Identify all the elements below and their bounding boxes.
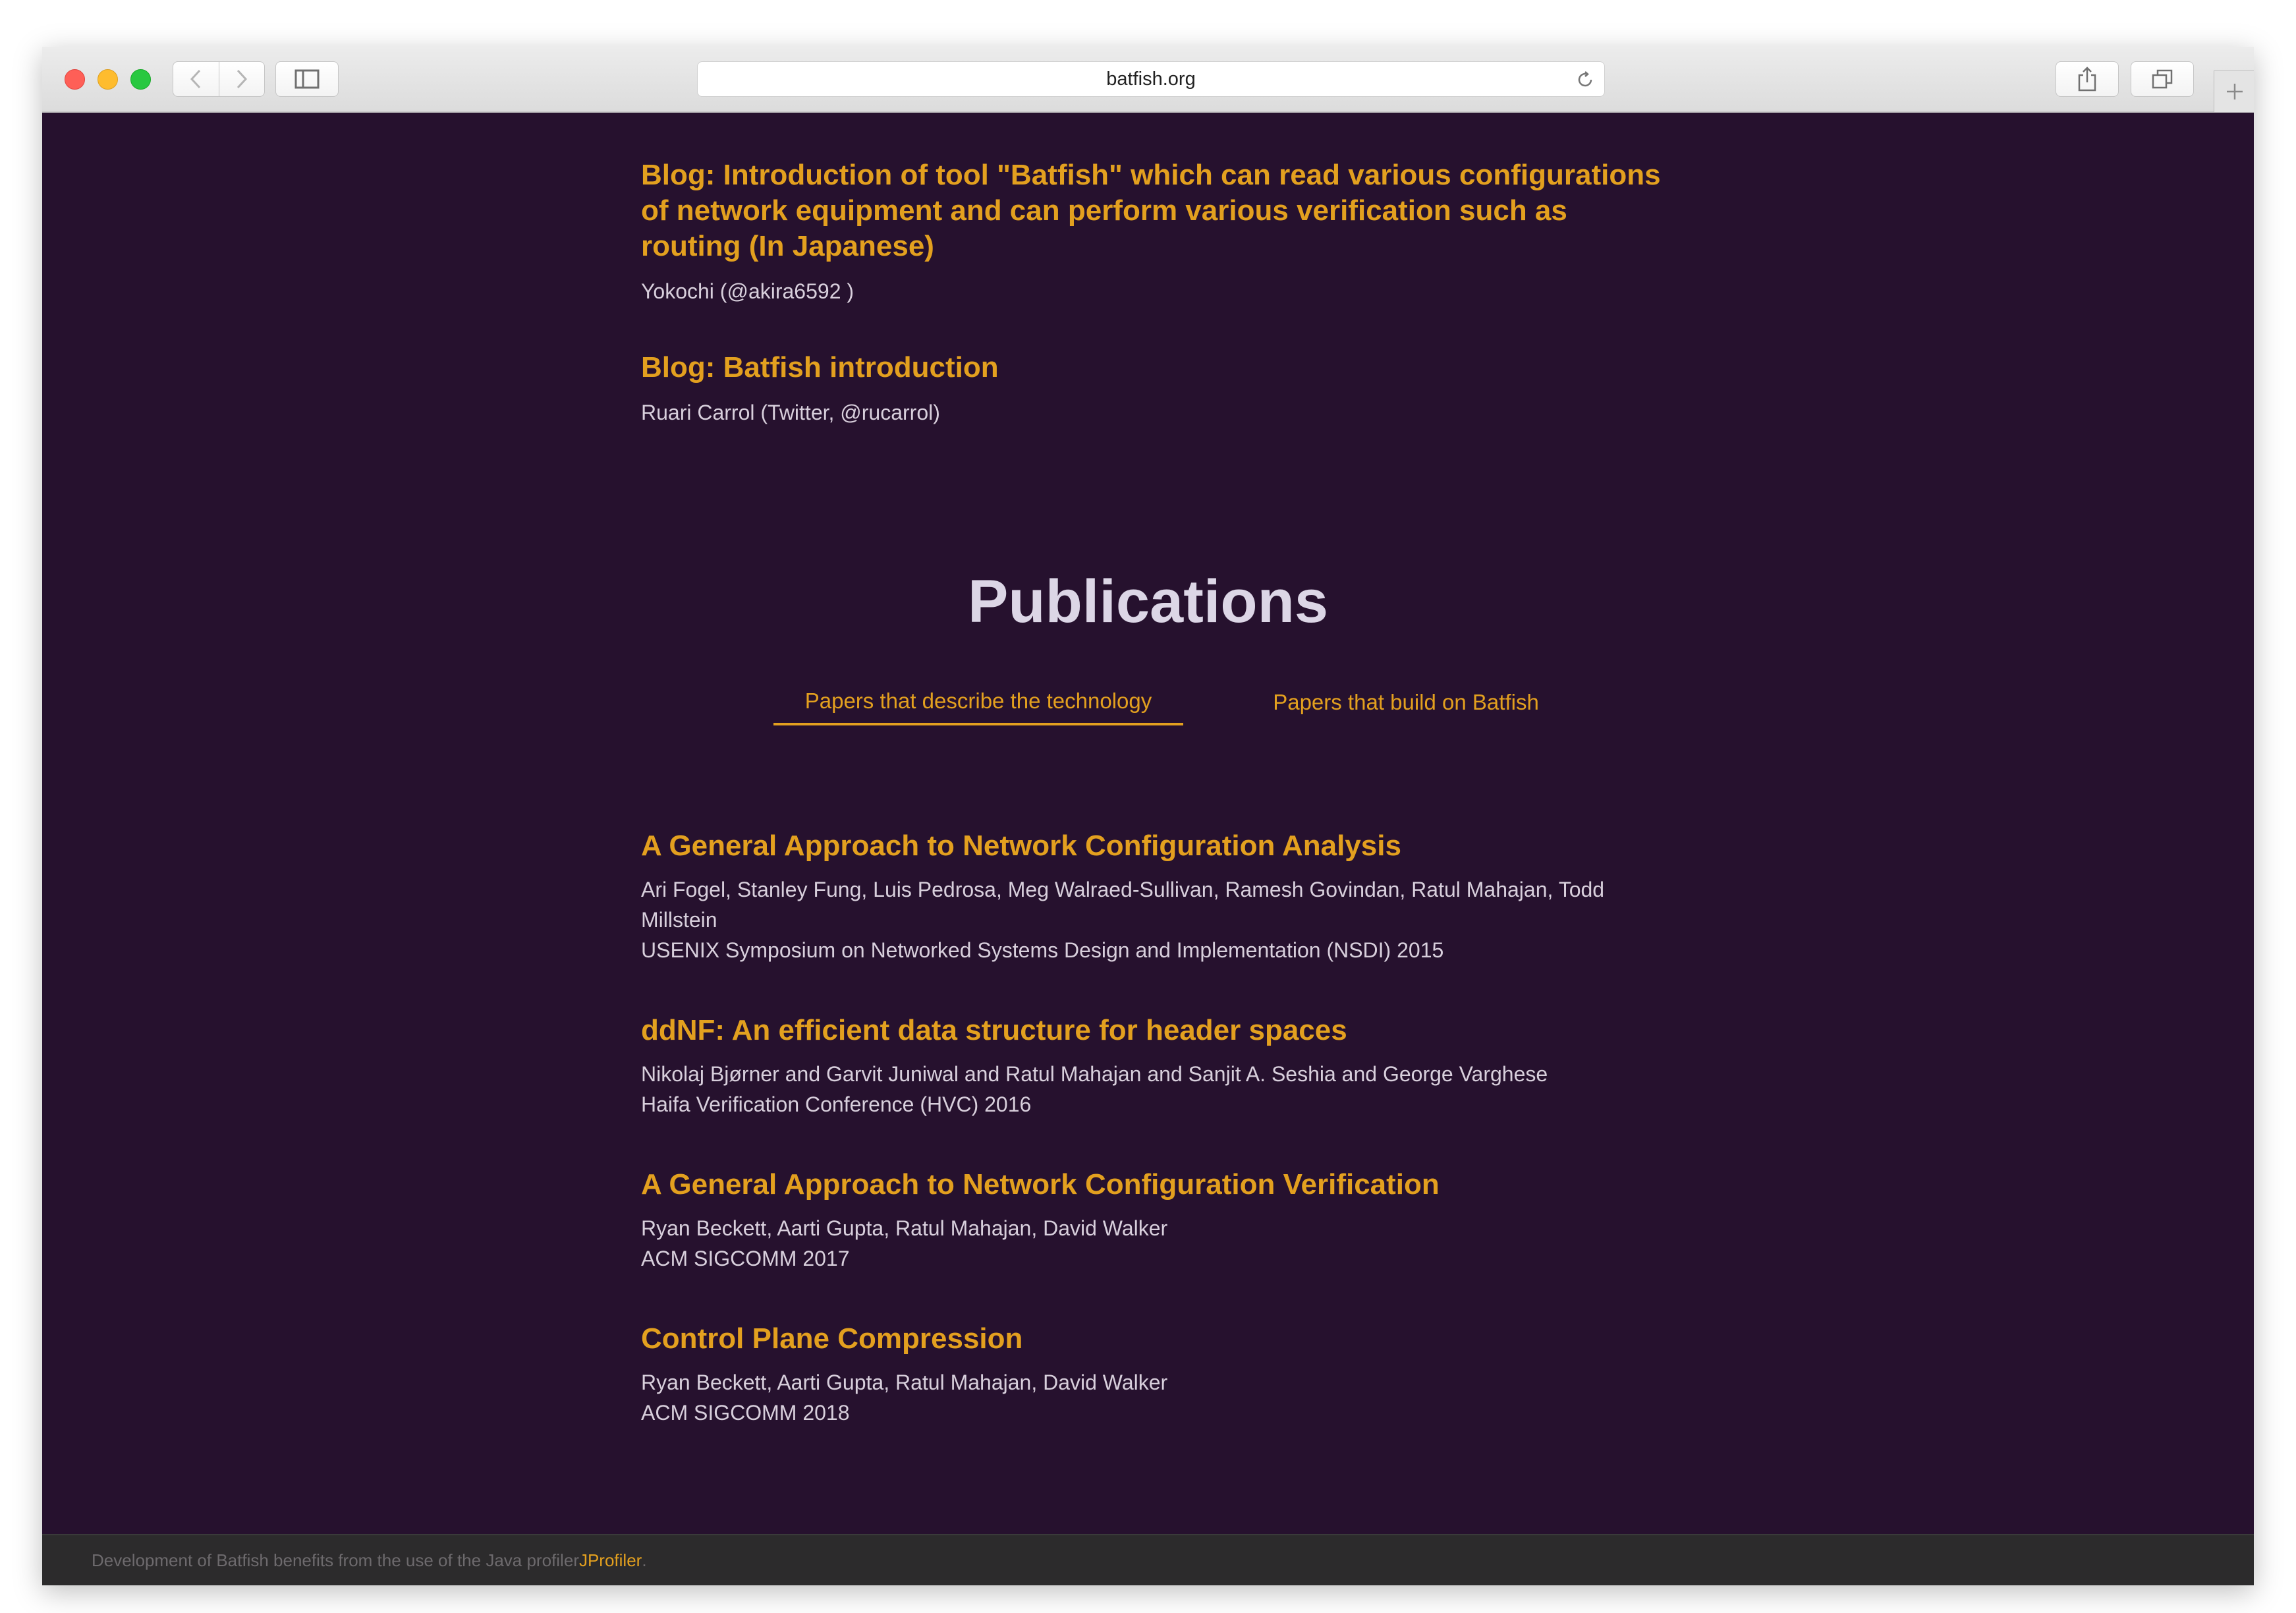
publication-authors: Ari Fogel, Stanley Fung, Luis Pedrosa, M… [641,878,1605,932]
reload-icon[interactable] [1575,70,1595,90]
publication-venue: ACM SIGCOMM 2017 [641,1247,850,1270]
maximize-window-button[interactable] [130,69,151,90]
blog-post-author: Yokochi (@akira6592 ) [641,279,854,303]
new-tab-button[interactable] [2214,71,2254,112]
publication-authors: Ryan Beckett, Aarti Gupta, Ratul Mahajan… [641,1216,1168,1240]
footer-trailing: . [642,1550,647,1570]
navigation-buttons [173,61,265,97]
chevron-right-icon [237,69,247,89]
close-window-button[interactable] [65,69,85,90]
blog-post: Blog: Introduction of tool "Batfish" whi… [641,157,1669,306]
publication-title-link[interactable]: Control Plane Compression [641,1321,1669,1357]
publication-title-link[interactable]: ddNF: An efficient data structure for he… [641,1013,1669,1048]
sidebar-icon [294,69,320,89]
publication-tabs: Papers that describe the technology Pape… [42,679,2254,725]
publication-title-link[interactable]: A General Approach to Network Configurat… [641,1167,1669,1203]
publications-heading: Publications [968,568,1328,635]
publication-venue: ACM SIGCOMM 2018 [641,1401,850,1425]
blog-post-title-link[interactable]: Blog: Batfish introduction [641,350,1669,385]
minimize-window-button[interactable] [98,69,118,90]
show-tabs-button[interactable] [2131,61,2194,97]
blog-post-author: Ruari Carrol (Twitter, @rucarrol) [641,401,940,424]
publication-item: A General Approach to Network Configurat… [641,828,1669,965]
footer-text: Development of Batfish benefits from the… [92,1550,579,1570]
forward-button[interactable] [218,62,265,96]
blog-post-title-link[interactable]: Blog: Introduction of tool "Batfish" whi… [641,157,1669,264]
publication-item: A General Approach to Network Configurat… [641,1167,1669,1274]
browser-window: batfish.org Blog: Introduction of tool "… [42,47,2254,1585]
plus-icon [2226,84,2243,99]
publication-title-link[interactable]: A General Approach to Network Configurat… [641,828,1669,864]
publication-venue: USENIX Symposium on Networked Systems De… [641,938,1444,962]
url-text: batfish.org [1106,68,1196,90]
jprofiler-link[interactable]: JProfiler [579,1550,642,1571]
web-page: Blog: Introduction of tool "Batfish" whi… [42,113,2254,1534]
share-button[interactable] [2056,61,2119,97]
publication-item: ddNF: An efficient data structure for he… [641,1013,1669,1119]
publication-venue: Haifa Verification Conference (HVC) 2016 [641,1092,1032,1116]
address-bar[interactable]: batfish.org [697,61,1605,97]
chevron-left-icon [190,69,201,89]
page-footer: Development of Batfish benefits from the… [42,1534,2254,1585]
tabs-icon [2152,69,2173,89]
tab-papers-build-on-batfish[interactable]: Papers that build on Batfish [1228,679,1584,725]
browser-toolbar: batfish.org [42,47,2254,113]
blog-post: Blog: Batfish introduction Ruari Carrol … [641,350,1669,428]
sidebar-toggle-button[interactable] [275,61,339,97]
publication-authors: Nikolaj Bjørner and Garvit Juniwal and R… [641,1062,1548,1086]
publication-authors: Ryan Beckett, Aarti Gupta, Ratul Mahajan… [641,1371,1168,1394]
tab-papers-technology[interactable]: Papers that describe the technology [773,679,1183,725]
share-icon [2078,67,2096,92]
back-button[interactable] [173,62,219,96]
publication-item: Control Plane Compression Ryan Beckett, … [641,1321,1669,1428]
